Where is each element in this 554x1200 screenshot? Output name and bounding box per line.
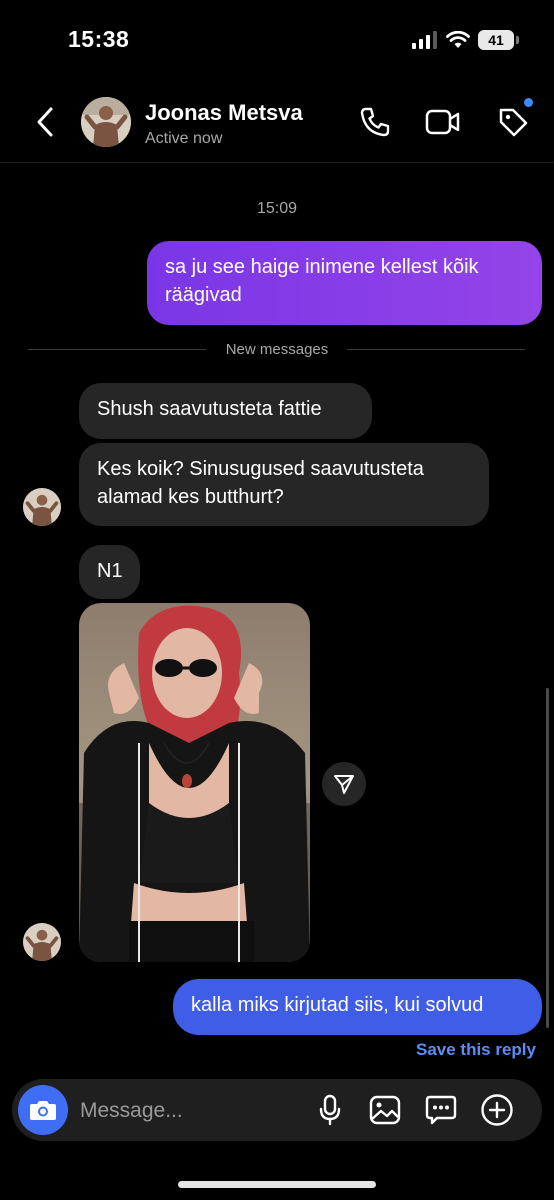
shared-photo [79,603,310,962]
thread-timestamp: 15:09 [256,200,298,217]
incoming-message[interactable]: Kes koik? Sinusugused saavutusteta alama… [79,443,489,526]
contact-name[interactable]: Joonas Metsva [145,100,303,126]
image-icon [369,1095,401,1125]
gallery-button[interactable] [367,1092,403,1128]
outgoing-message[interactable]: sa ju see haige inimene kellest kõik rää… [147,241,542,325]
voice-message-button[interactable] [312,1092,348,1128]
new-messages-label: New messages [225,341,329,358]
camera-icon [30,1101,56,1120]
phone-icon [360,107,390,137]
message-text: N1 [97,560,123,582]
plus-circle-icon [481,1094,513,1126]
home-indicator[interactable] [178,1181,376,1188]
status-time: 15:38 [68,26,130,52]
incoming-message[interactable]: Shush saavutusteta fattie [79,383,372,439]
incoming-message[interactable]: N1 [79,545,140,599]
back-chevron-icon [37,107,53,137]
microphone-icon [319,1094,341,1126]
call-button[interactable] [357,104,393,140]
avatar-photo [23,488,61,526]
message-input[interactable] [78,1095,302,1127]
message-text: Shush saavutusteta fattie [97,398,322,420]
video-call-button[interactable] [425,104,461,140]
contact-status: Active now [145,130,223,147]
message-text: kalla miks kirjutad siis, kui solvud [191,994,484,1016]
back-button[interactable] [30,104,60,140]
signal-icon [412,31,437,49]
camera-button[interactable] [18,1085,68,1135]
chat-screen: 15:38 41 Joonas Metsva Active now 15:09 … [0,0,554,1200]
message-text: Kes koik? Sinusugused saavutusteta alama… [97,458,424,508]
sender-avatar[interactable] [23,488,61,526]
tag-icon [499,108,528,137]
avatar-photo [23,923,61,961]
sender-avatar[interactable] [23,923,61,961]
share-button[interactable] [322,762,366,806]
photo-message[interactable] [79,603,310,962]
wifi-icon [446,31,470,48]
message-text: sa ju see haige inimene kellest kõik rää… [165,256,479,306]
chat-header: Joonas Metsva Active now [0,80,554,163]
sticker-chat-icon [425,1095,457,1125]
video-camera-icon [425,109,460,135]
save-reply-link[interactable]: Save this reply [416,1040,536,1060]
outgoing-message[interactable]: kalla miks kirjutad siis, kui solvud [173,979,542,1035]
send-arrow-icon [334,775,354,794]
notification-dot [524,98,533,107]
tag-button[interactable] [495,98,533,140]
avatar-photo [81,97,131,147]
contact-avatar[interactable] [81,97,131,147]
scrollbar[interactable] [546,688,549,1028]
battery-icon: 41 [478,30,519,50]
status-indicators: 41 [412,30,519,50]
sticker-button[interactable] [423,1092,459,1128]
more-options-button[interactable] [479,1092,515,1128]
message-composer [12,1079,542,1141]
